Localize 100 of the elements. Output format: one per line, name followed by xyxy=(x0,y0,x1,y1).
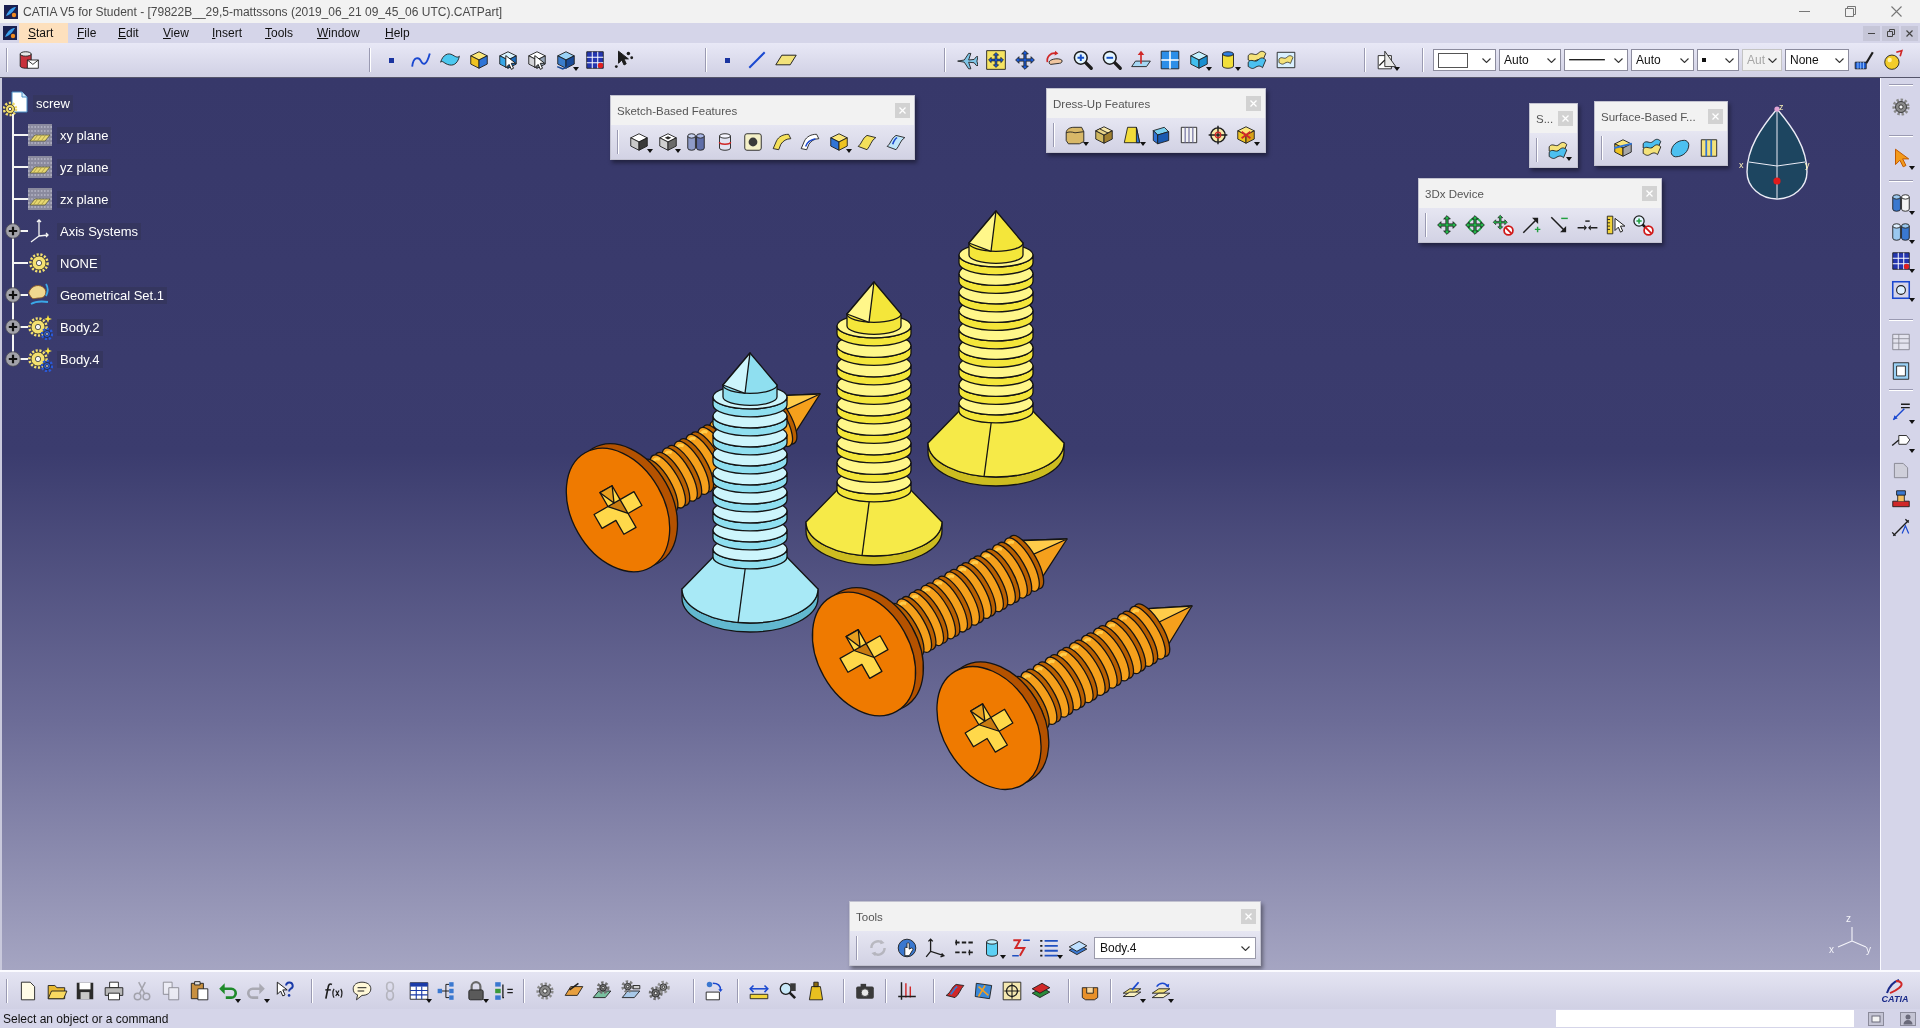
caret-icon xyxy=(1908,166,1915,170)
blocks-icon xyxy=(554,49,577,71)
tree-item-label[interactable]: Geometrical Set.1 xyxy=(57,286,168,304)
caret-icon xyxy=(1908,420,1915,424)
document-icon xyxy=(3,26,17,40)
caret-icon xyxy=(1139,998,1146,1003)
tree-item-label[interactable]: Body.4 xyxy=(57,350,103,368)
crosshair-icon xyxy=(1206,124,1229,146)
brush-icon xyxy=(1852,49,1875,71)
cylinders-icon xyxy=(1889,220,1912,243)
gear-icon xyxy=(1889,95,1912,118)
shaft-icon xyxy=(685,131,708,153)
minimize-button[interactable] xyxy=(1863,25,1880,41)
window-icon[interactable] xyxy=(1868,1011,1884,1026)
menu-item[interactable]: View xyxy=(154,23,203,43)
menu-item[interactable]: Edit xyxy=(109,23,154,43)
plus-icon[interactable] xyxy=(5,319,21,335)
close-icon xyxy=(1245,913,1252,920)
plane-icon xyxy=(774,54,797,66)
tree-item-label[interactable]: Body.2 xyxy=(57,318,103,336)
grid-icon xyxy=(1889,249,1912,272)
point-icon xyxy=(389,57,394,63)
point-style-icon xyxy=(1702,58,1706,62)
axis-label: y xyxy=(1866,945,1871,955)
color-dropdown[interactable] xyxy=(1433,49,1496,71)
cube-icon xyxy=(1187,49,1210,71)
menu-item[interactable]: Window xyxy=(308,23,376,43)
thick-surface-icon xyxy=(1640,137,1663,159)
close-icon xyxy=(899,107,906,114)
restore-icon xyxy=(1844,6,1856,17)
caret-icon xyxy=(646,149,653,153)
stiffener-icon xyxy=(827,131,850,153)
gear-star-icon xyxy=(27,314,53,340)
four-views-icon xyxy=(1158,49,1181,71)
speech-bubble-icon xyxy=(350,979,373,1002)
dropdown[interactable]: Auto xyxy=(1631,49,1694,71)
caret-icon xyxy=(483,998,489,1003)
caret-icon xyxy=(1908,449,1915,453)
plus-icon[interactable] xyxy=(5,351,21,367)
sheet-frame-icon xyxy=(1274,49,1297,71)
menu-item[interactable]: Insert xyxy=(203,23,256,43)
zoom-out-icon xyxy=(1100,49,1123,71)
pan-icon xyxy=(1436,214,1458,236)
caret-icon xyxy=(235,998,241,1003)
close-button[interactable] xyxy=(1901,25,1918,41)
grid-icon xyxy=(583,49,606,71)
command-input-field[interactable] xyxy=(1556,1010,1854,1027)
tree-item-label[interactable]: yz plane xyxy=(57,158,112,176)
dropdown[interactable]: Auto xyxy=(1499,49,1561,71)
toolbar-title: S... xyxy=(1536,112,1554,125)
dimension-icon xyxy=(1889,516,1912,539)
menu-item[interactable]: File xyxy=(68,23,109,43)
close-surface-icon xyxy=(1669,137,1692,159)
app-icon xyxy=(4,4,18,19)
zigzag-icon xyxy=(1009,937,1032,959)
chamfer-icon xyxy=(1092,124,1115,146)
menu-item[interactable]: Help xyxy=(376,23,426,43)
menu-item[interactable]: Tools xyxy=(256,23,308,43)
tree-item-label[interactable]: Axis Systems xyxy=(57,222,141,240)
axis-label: z xyxy=(1846,914,1851,924)
chevron-icon xyxy=(1768,57,1777,63)
plus-icon[interactable] xyxy=(5,223,21,239)
line-type-dropdown[interactable] xyxy=(1564,49,1628,71)
slot-icon xyxy=(799,131,822,153)
caret-icon xyxy=(1565,157,1572,161)
rib-icon xyxy=(770,131,793,153)
status-message: Select an object or a command xyxy=(2,1011,169,1026)
axis-label: y xyxy=(1805,161,1810,170)
line-style-icon xyxy=(1569,59,1605,61)
caret-icon xyxy=(1908,211,1915,215)
point-type-dropdown[interactable] xyxy=(1697,49,1739,71)
globe-hand-icon xyxy=(895,937,918,959)
sheets-icon xyxy=(1245,49,1268,71)
toolbar-title: Dress-Up Features xyxy=(1053,97,1152,110)
paste-icon xyxy=(188,979,211,1002)
minimize-icon xyxy=(1798,11,1810,12)
ds-logo-icon xyxy=(1884,977,1906,994)
tree-item-label[interactable]: zx plane xyxy=(57,190,112,208)
toolbar-title: Surface-Based F... xyxy=(1601,110,1697,123)
tree-item-label[interactable]: xy plane xyxy=(57,126,112,144)
axis-chart-icon xyxy=(896,979,919,1002)
tree-item-label[interactable]: NONE xyxy=(57,254,101,272)
restore-button[interactable] xyxy=(1882,25,1899,41)
menu-item[interactable]: Start xyxy=(19,23,68,43)
dropdown[interactable]: None xyxy=(1785,49,1849,71)
3d-viewport[interactable]: screw xy plane yz plane zx plane Axis Systems NONE Geometrical Set.1 Body.2 Body.4 Sketch-Based Features Dress-Up Features S... Surface-Based F... 3Dx Device Tools Body.4 z x y z x y xyxy=(0,78,1880,970)
list-bracket-icon xyxy=(493,979,516,1002)
caret-icon xyxy=(1082,142,1089,146)
plus-icon[interactable] xyxy=(5,287,21,303)
body-dropdown[interactable]: Body.4 xyxy=(1094,937,1256,959)
caret-icon xyxy=(1253,142,1260,146)
gear-star-icon xyxy=(27,346,53,372)
tree-item-label[interactable]: screw xyxy=(33,95,73,112)
caret-icon xyxy=(573,67,579,71)
toolbar-title: Tools xyxy=(856,910,884,923)
pad-icon xyxy=(628,131,651,153)
caret-icon xyxy=(675,149,681,153)
user-icon[interactable] xyxy=(1900,1011,1916,1026)
window-title: CATIA V5 for Student - [79822B__29,5-mattssons (2019_06_21 09_45_06 UTC).CATPart] xyxy=(23,4,504,19)
close-icon xyxy=(1890,6,1902,17)
